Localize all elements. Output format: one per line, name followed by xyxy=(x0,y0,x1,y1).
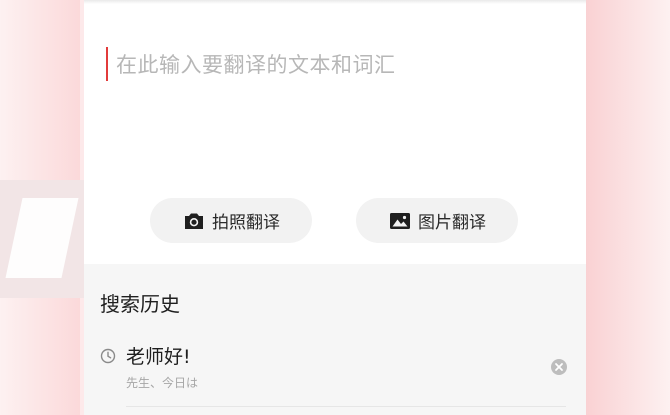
history-title: 搜索历史 xyxy=(100,292,180,316)
background-right xyxy=(580,0,670,415)
app-screen: 在此输入要翻译的文本和词汇 拍照翻译 图片翻译 搜索历史 老师好! 先生、今日は xyxy=(84,0,586,415)
delete-icon[interactable] xyxy=(550,358,568,376)
camera-icon xyxy=(182,209,206,233)
translate-input[interactable]: 在此输入要翻译的文本和词汇 xyxy=(106,44,566,84)
text-cursor xyxy=(106,47,108,81)
clock-icon xyxy=(100,348,116,364)
image-translate-label: 图片翻译 xyxy=(418,213,486,233)
screen-edge xyxy=(84,0,586,4)
input-placeholder: 在此输入要翻译的文本和词汇 xyxy=(116,53,396,77)
history-item[interactable]: 老师好! 先生、今日は xyxy=(84,338,586,398)
image-icon xyxy=(388,209,412,233)
history-word: 老师好! xyxy=(126,346,191,368)
search-history-section: 搜索历史 老师好! 先生、今日は xyxy=(84,264,586,415)
history-divider xyxy=(126,406,566,407)
image-translate-button[interactable]: 图片翻译 xyxy=(356,198,518,243)
photo-translate-label: 拍照翻译 xyxy=(212,213,280,233)
history-meaning: 先生、今日は xyxy=(126,376,199,390)
photo-translate-button[interactable]: 拍照翻译 xyxy=(150,198,312,243)
